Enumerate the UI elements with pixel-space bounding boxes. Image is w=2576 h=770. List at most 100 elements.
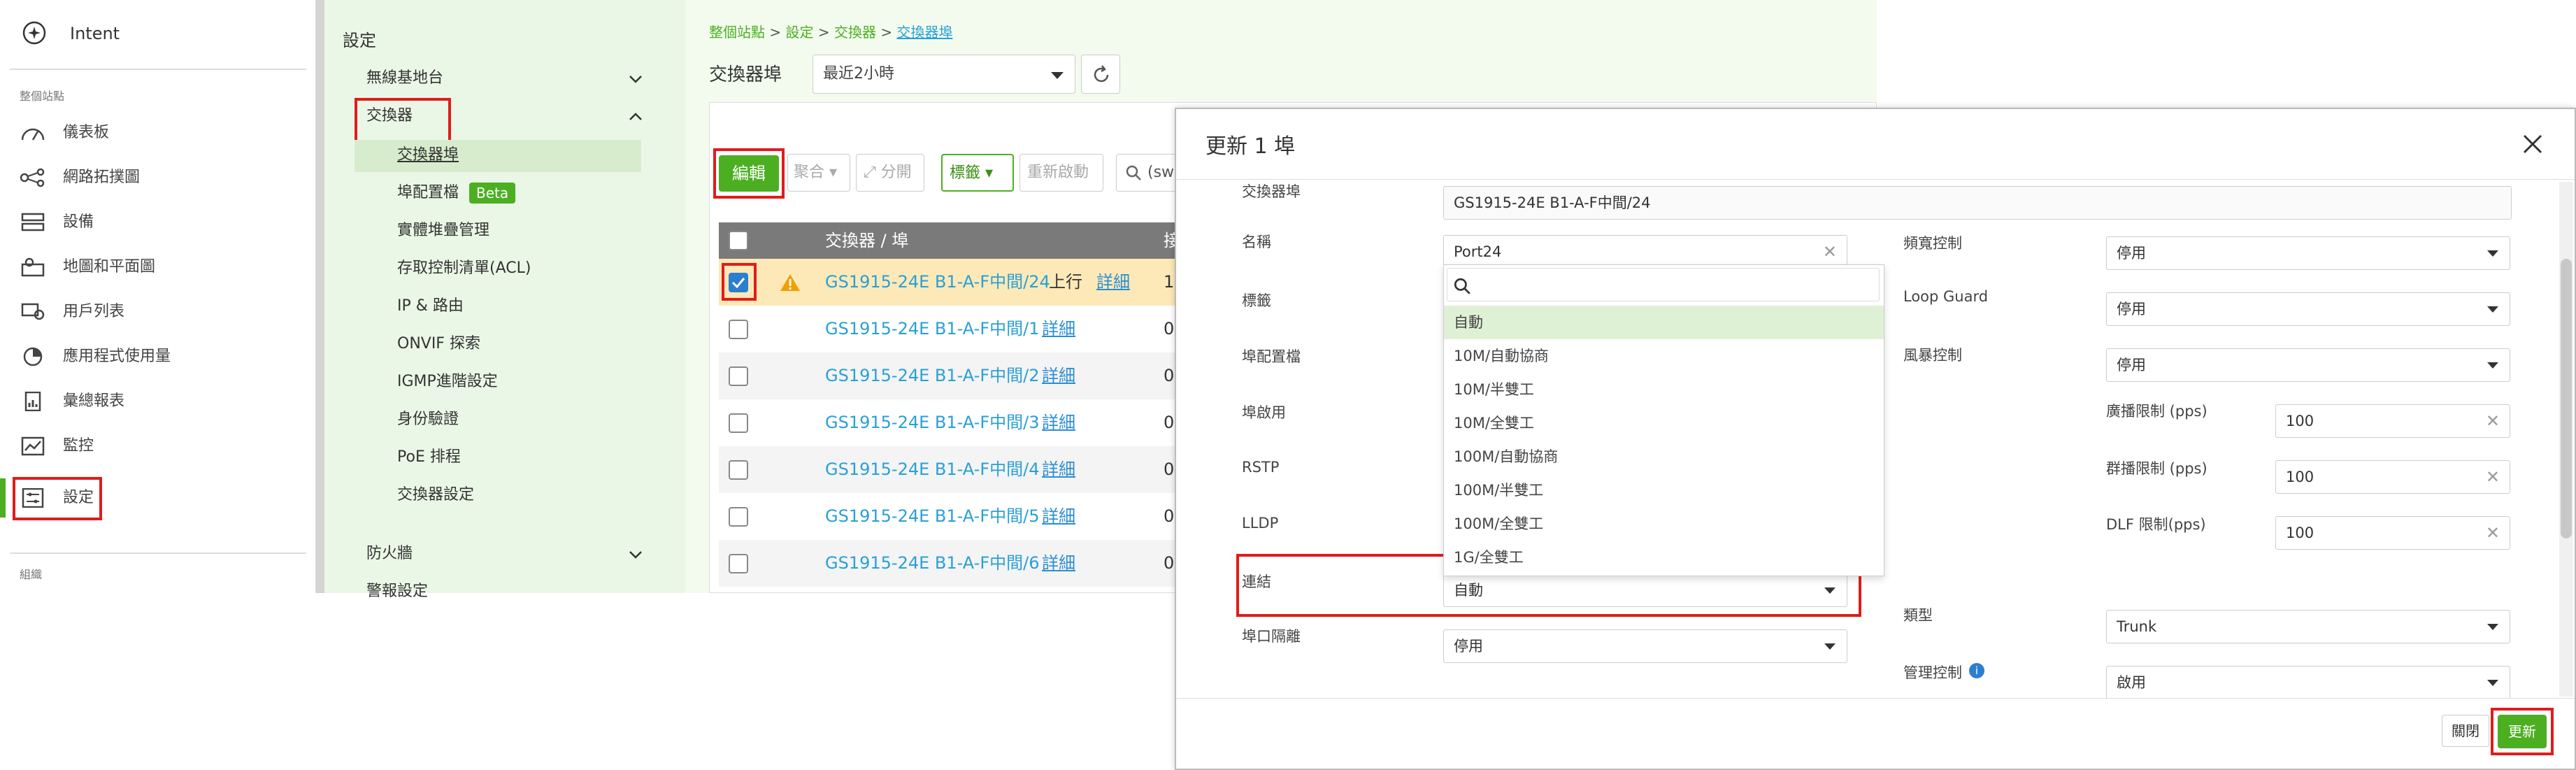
dropdown-option[interactable]: 10M/全雙工	[1444, 406, 1884, 440]
switch-port-link[interactable]: GS1915-24E B1-A-F中間/1	[825, 306, 1039, 352]
info-icon[interactable]: i	[1969, 663, 1984, 678]
table-row[interactable]: GS1915-24E B1-A-F中間/5 詳細 0	[719, 493, 1175, 540]
aggregate-button[interactable]: 聚合 ▾	[787, 154, 850, 192]
submenu-switch-settings[interactable]: 交換器設定	[397, 481, 474, 509]
table-row[interactable]: GS1915-24E B1-A-F中間/2 詳細 0	[719, 352, 1175, 399]
settings-group-alerts[interactable]: 警報設定	[366, 578, 660, 606]
submenu-label: 交換器埠	[397, 146, 459, 164]
switch-port-link[interactable]: GS1915-24E B1-A-F中間/6	[825, 540, 1039, 587]
tag-label: 標籤	[1242, 292, 1271, 309]
detail-link[interactable]: 詳細	[1042, 352, 1075, 399]
table-row[interactable]: GS1915-24E B1-A-F中間/4 詳細 0	[719, 446, 1175, 493]
row-checkbox[interactable]	[729, 460, 748, 480]
settings-group-ap[interactable]: 無線基地台	[366, 64, 660, 92]
sidebar-scrollbar[interactable]	[316, 0, 324, 593]
submenu-port-profile[interactable]: 埠配置檔 Beta	[397, 179, 516, 207]
close-icon[interactable]	[2521, 133, 2544, 155]
submenu-stacking[interactable]: 實體堆疊管理	[397, 217, 489, 245]
submenu-acl[interactable]: 存取控制清單(ACL)	[397, 255, 531, 283]
intent-button[interactable]: Intent	[0, 14, 316, 53]
tag-button[interactable]: 標籤 ▾	[941, 154, 1014, 192]
cell-next: 14	[1164, 272, 1175, 292]
dropdown-option[interactable]: 100M/半雙工	[1444, 473, 1884, 507]
sidebar-item-reports[interactable]: 彙總報表	[0, 382, 316, 421]
chevron-down-icon[interactable]	[627, 546, 645, 564]
table-row[interactable]: GS1915-24E B1-A-F中間/6 詳細 0	[719, 540, 1175, 587]
dropdown-option[interactable]: 100M/全雙工	[1444, 507, 1884, 541]
sidebar-item-dashboard[interactable]: 儀表板	[0, 113, 316, 152]
search-input[interactable]: (sw	[1116, 154, 1175, 192]
switch-port-link[interactable]: GS1915-24E B1-A-F中間/5	[825, 493, 1039, 540]
submenu-igmp[interactable]: IGMP進階設定	[397, 368, 498, 396]
refresh-button[interactable]	[1081, 55, 1120, 94]
clear-icon[interactable]: ✕	[2486, 405, 2500, 437]
sidebar-item-map[interactable]: 地圖和平面圖	[0, 248, 316, 287]
breadcrumb-settings[interactable]: 設定	[785, 24, 813, 41]
select-all-checkbox[interactable]	[729, 231, 748, 250]
dialog-scrollbar-thumb[interactable]	[2561, 259, 2572, 539]
highlight-box	[13, 477, 102, 520]
submenu-switch-port[interactable]: 交換器埠	[397, 141, 459, 169]
detail-link[interactable]: 詳細	[1042, 306, 1075, 352]
sidebar-item-devices[interactable]: 設備	[0, 203, 316, 242]
detail-link[interactable]: 詳細	[1042, 540, 1075, 587]
dropdown-option[interactable]: 100M/自動協商	[1444, 440, 1884, 473]
submenu-poe[interactable]: PoE 排程	[397, 443, 461, 471]
sidebar-section-org: 組織	[20, 568, 43, 581]
switch-port-link[interactable]: GS1915-24E B1-A-F中間/4	[825, 446, 1039, 493]
time-range-select[interactable]: 最近2小時	[813, 55, 1075, 94]
clear-icon[interactable]: ✕	[2486, 517, 2500, 549]
multicast-input[interactable]: 100 ✕	[2275, 460, 2510, 494]
row-checkbox[interactable]	[729, 554, 748, 573]
clear-icon[interactable]: ✕	[1823, 236, 1837, 268]
isolation-select[interactable]: 停用	[1443, 629, 1847, 663]
dropdown-option-selected[interactable]: 自動	[1444, 306, 1884, 339]
loopguard-select[interactable]: 停用	[2106, 292, 2510, 326]
table-row[interactable]: GS1915-24E B1-A-F中間/3 詳細 0	[719, 399, 1175, 446]
chevron-up-icon[interactable]	[627, 108, 645, 126]
sidebar-item-label: 網路拓撲圖	[63, 169, 141, 186]
type-select[interactable]: Trunk	[2106, 610, 2510, 643]
submenu-ip-routing[interactable]: IP & 路由	[397, 292, 464, 320]
switch-port-link[interactable]: GS1915-24E B1-A-F中間/3	[825, 399, 1039, 446]
chevron-down-icon[interactable]	[627, 70, 645, 88]
sidebar-item-topology[interactable]: 網路拓撲圖	[0, 158, 316, 197]
breadcrumb-sep: >	[880, 24, 893, 41]
storm-select[interactable]: 停用	[2106, 348, 2510, 382]
close-button[interactable]: 關閉	[2442, 715, 2489, 747]
dropdown-search-input[interactable]	[1447, 268, 1880, 301]
dropdown-option[interactable]: 10M/自動協商	[1444, 339, 1884, 373]
detail-link[interactable]: 詳細	[1096, 259, 1130, 306]
name-input[interactable]: Port24 ✕	[1443, 235, 1847, 269]
detail-link[interactable]: 詳細	[1042, 399, 1075, 446]
breadcrumb-switch[interactable]: 交換器	[834, 24, 876, 41]
row-checkbox[interactable]	[729, 320, 748, 339]
bandwidth-select[interactable]: 停用	[2106, 236, 2510, 270]
dropdown-option[interactable]: 10M/半雙工	[1444, 373, 1884, 406]
sidebar-item-clients[interactable]: 用戶列表	[0, 292, 316, 331]
submenu-onvif[interactable]: ONVIF 探索	[397, 330, 480, 358]
submenu-auth[interactable]: 身份驗證	[397, 406, 459, 434]
sidebar-item-monitor[interactable]: 監控	[0, 427, 316, 466]
mgmt-select[interactable]: 啟用	[2106, 666, 2510, 698]
detail-link[interactable]: 詳細	[1042, 493, 1075, 540]
switch-port-link[interactable]: GS1915-24E B1-A-F中間/2	[825, 352, 1039, 399]
detail-link[interactable]: 詳細	[1042, 446, 1075, 493]
dialog-footer-divider	[1176, 698, 2575, 699]
row-checkbox[interactable]	[729, 413, 748, 433]
row-checkbox[interactable]	[729, 507, 748, 527]
restart-button[interactable]: 重新啟動	[1019, 154, 1103, 192]
table-row[interactable]: GS1915-24E B1-A-F中間/1 詳細 0	[719, 306, 1175, 352]
breadcrumb-site[interactable]: 整個站點	[709, 24, 765, 41]
dropdown-option[interactable]: 1G/全雙工	[1444, 541, 1884, 574]
dlf-input[interactable]: 100 ✕	[2275, 516, 2510, 550]
table-row[interactable]: GS1915-24E B1-A-F中間/24 上行 詳細 14	[719, 259, 1175, 306]
split-button[interactable]: ⤢ 分開	[856, 154, 924, 192]
broadcast-input[interactable]: 100 ✕	[2275, 404, 2510, 438]
settings-group-firewall[interactable]: 防火牆	[366, 540, 660, 568]
sidebar-item-app-usage[interactable]: 應用程式使用量	[0, 337, 316, 376]
switch-port-link[interactable]: GS1915-24E B1-A-F中間/24	[825, 259, 1050, 306]
intent-icon	[22, 21, 46, 45]
row-checkbox[interactable]	[729, 366, 748, 386]
clear-icon[interactable]: ✕	[2486, 461, 2500, 493]
